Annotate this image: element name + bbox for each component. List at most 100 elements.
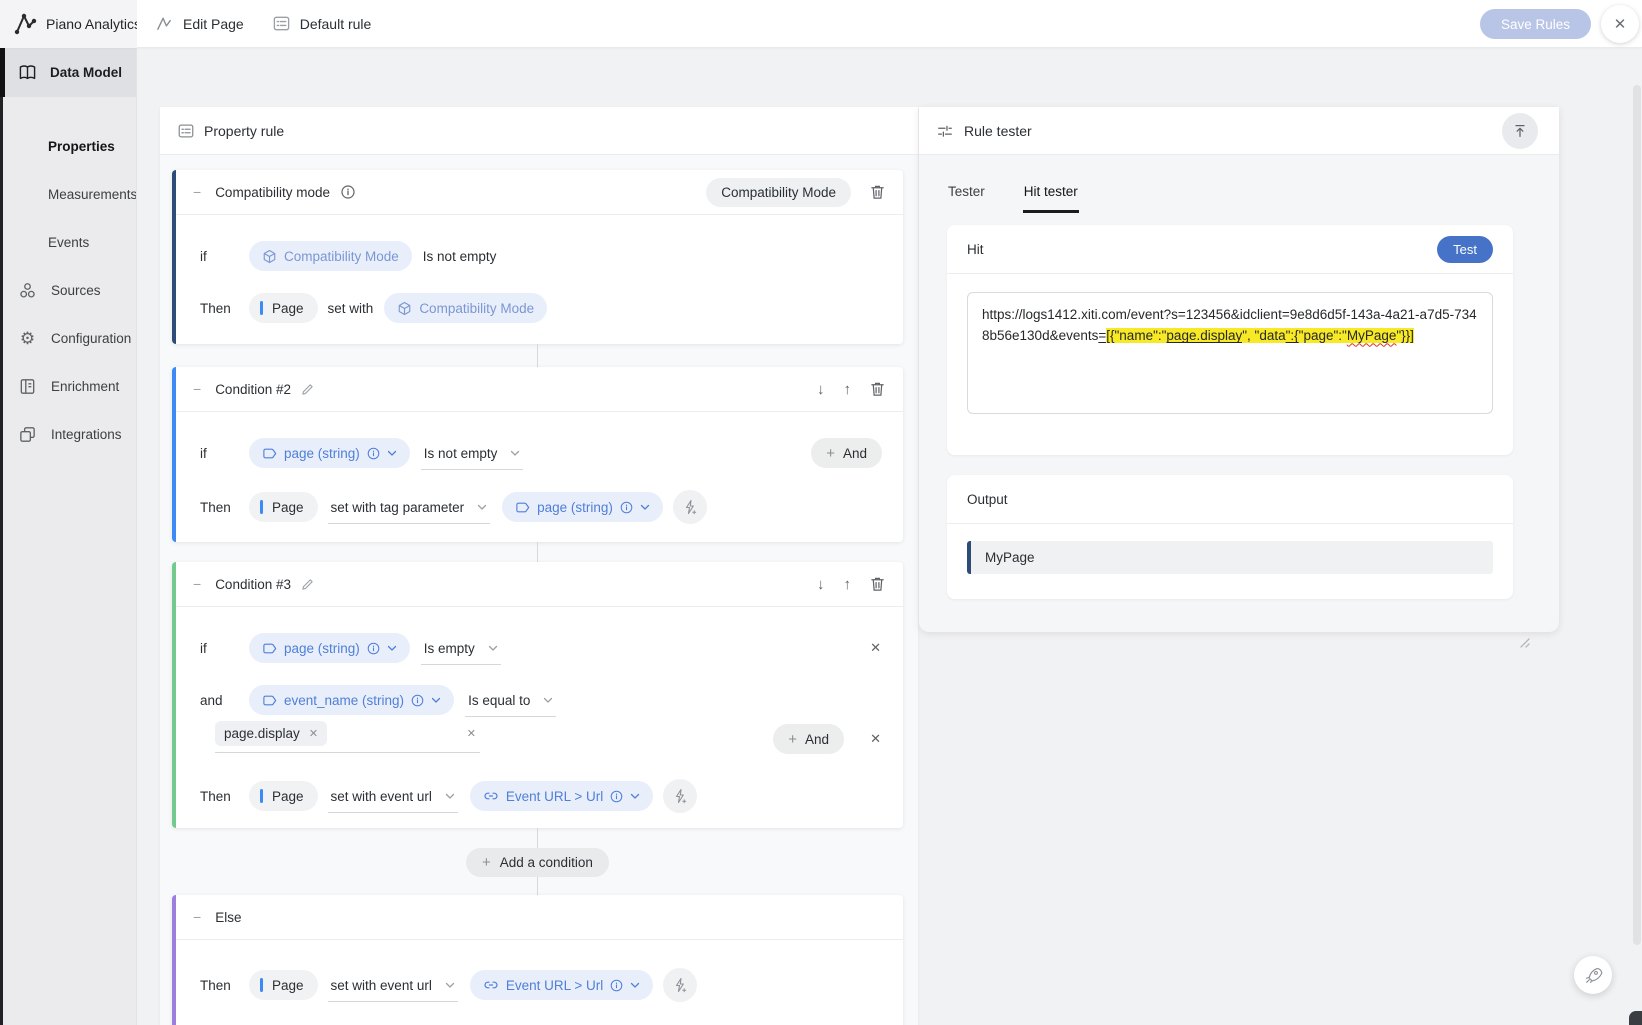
- vertical-scrollbar[interactable]: [1633, 85, 1641, 945]
- bolt-icon: [672, 977, 688, 993]
- plus-icon: +: [826, 445, 835, 462]
- sliders-icon: [936, 122, 954, 140]
- clear-input-icon[interactable]: ✕: [467, 727, 476, 740]
- set-with-select[interactable]: set with event url: [328, 973, 458, 1002]
- panel-title: Rule tester: [964, 123, 1032, 139]
- trash-icon[interactable]: [870, 381, 885, 397]
- property-pill-page-string[interactable]: page (string): [249, 633, 410, 663]
- property-pill-event-name-string[interactable]: event_name (string): [249, 685, 454, 715]
- connector-line: [537, 877, 538, 895]
- chevron-down-icon: [630, 793, 640, 800]
- card-compatibility-mode: − Compatibility mode Compatibility Mode …: [172, 170, 903, 344]
- property-pill-compatibility-mode[interactable]: Compatibility Mode: [249, 241, 412, 271]
- sidebar-item-properties[interactable]: Properties: [0, 122, 136, 170]
- move-up-icon[interactable]: ↑: [844, 382, 852, 397]
- property-rule-panel: Property rule − Compatibility mode Compa…: [160, 107, 918, 1025]
- connector-line: [537, 344, 538, 367]
- operator-label: Is not empty: [423, 249, 497, 264]
- output-title: Output: [967, 492, 1008, 507]
- property-pill-page-string[interactable]: page (string): [249, 438, 410, 468]
- piano-analytics-logo-icon: [13, 11, 39, 37]
- tag-icon: [262, 446, 277, 461]
- cube-icon: [262, 249, 277, 264]
- tab-hit-tester[interactable]: Hit tester: [1023, 184, 1079, 213]
- property-pill-event-url[interactable]: Event URL > Url: [470, 970, 653, 1000]
- tab-tester[interactable]: Tester: [947, 184, 986, 213]
- rule-tester-tabs: Tester Hit tester: [947, 155, 1079, 213]
- sidebar-item-events[interactable]: Events: [0, 218, 136, 266]
- card-condition-2: − Condition #2 ↓ ↑: [172, 367, 903, 542]
- transformation-bolt-button[interactable]: [663, 779, 697, 813]
- add-condition-button[interactable]: + Add a condition: [466, 848, 609, 877]
- collapse-icon[interactable]: −: [193, 909, 201, 925]
- rule-list-icon: [272, 14, 291, 33]
- property-pill-page-string[interactable]: page (string): [502, 492, 663, 522]
- card-else: − Else Then Page set with event url: [172, 895, 903, 1025]
- brand-zone: Piano Analytics: [0, 0, 137, 48]
- info-icon: [620, 501, 633, 514]
- export-hit-button[interactable]: [1502, 113, 1538, 149]
- plus-icon: +: [788, 731, 797, 748]
- property-pill-event-url[interactable]: Event URL > Url: [470, 781, 653, 811]
- operator-select[interactable]: Is empty: [421, 636, 501, 665]
- hit-url: https://logs1412.xiti.com/event?s=123456…: [982, 307, 1477, 343]
- close-icon: ✕: [1614, 15, 1627, 33]
- feedback-rocket-button[interactable]: [1574, 956, 1612, 994]
- remove-condition-line-icon[interactable]: ✕: [870, 640, 881, 656]
- set-with-select[interactable]: set with event url: [328, 784, 458, 813]
- collapse-icon[interactable]: −: [193, 184, 201, 200]
- transformation-bolt-button[interactable]: [663, 968, 697, 1002]
- card-condition-3: − Condition #3 ↓ ↑: [172, 562, 903, 828]
- remove-condition-line-icon[interactable]: ✕: [870, 731, 881, 747]
- add-and-condition-button[interactable]: +And: [811, 438, 882, 468]
- tag-icon: [515, 500, 530, 515]
- collapse-icon[interactable]: −: [193, 576, 201, 592]
- upload-icon: [1512, 123, 1528, 139]
- add-and-condition-button[interactable]: +And: [773, 724, 844, 754]
- set-with-select[interactable]: set with tag parameter: [328, 495, 491, 524]
- value-chip[interactable]: page.display ✕: [215, 721, 327, 746]
- sidebar-item-measurements[interactable]: Measurements: [0, 170, 136, 218]
- move-down-icon[interactable]: ↓: [817, 382, 825, 397]
- rule-tester-panel: Rule tester Tester Hit tester Hit Test h…: [919, 107, 1559, 632]
- verb-label: set with: [328, 301, 374, 316]
- plus-icon: +: [482, 854, 491, 871]
- info-icon[interactable]: [341, 185, 355, 199]
- sidebar-item-integrations[interactable]: Integrations: [0, 410, 136, 458]
- chevron-down-icon: [630, 982, 640, 989]
- sidebar-item-sources[interactable]: Sources: [0, 266, 136, 314]
- trash-icon[interactable]: [870, 184, 885, 200]
- transformation-bolt-button[interactable]: [673, 490, 707, 524]
- sidebar-item-label: Data Model: [50, 65, 122, 80]
- rename-pencil-icon[interactable]: [301, 383, 314, 396]
- page-bar-icon: [260, 301, 263, 315]
- operator-select[interactable]: Is equal to: [465, 688, 556, 717]
- chevron-down-icon: [445, 982, 455, 989]
- brand-name: Piano Analytics: [46, 16, 137, 32]
- save-rules-button[interactable]: Save Rules: [1480, 9, 1591, 39]
- move-up-icon[interactable]: ↑: [844, 577, 852, 592]
- move-down-icon[interactable]: ↓: [817, 577, 825, 592]
- sidebar-item-configuration[interactable]: ⚙ Configuration: [0, 314, 136, 362]
- collapse-icon[interactable]: −: [193, 381, 201, 397]
- page-pill[interactable]: Page: [249, 970, 318, 1000]
- page-pill[interactable]: Page: [249, 293, 318, 323]
- operator-select[interactable]: Is not empty: [421, 441, 524, 470]
- close-button[interactable]: ✕: [1601, 5, 1639, 43]
- remove-chip-icon[interactable]: ✕: [309, 727, 318, 740]
- sidebar-item-data-model[interactable]: Data Model: [0, 48, 136, 97]
- panel-resize-handle[interactable]: [1518, 636, 1534, 652]
- value-input[interactable]: page.display ✕ ✕: [215, 721, 480, 753]
- page-pill[interactable]: Page: [249, 781, 318, 811]
- page-pill[interactable]: Page: [249, 492, 318, 522]
- rename-pencil-icon[interactable]: [301, 578, 314, 591]
- tag-icon: [262, 693, 277, 708]
- chevron-down-icon: [431, 697, 441, 704]
- test-button[interactable]: Test: [1437, 236, 1493, 263]
- trash-icon[interactable]: [870, 576, 885, 592]
- chevron-down-icon: [387, 645, 397, 652]
- sidebar-item-enrichment[interactable]: Enrichment: [0, 362, 136, 410]
- hit-url-input[interactable]: https://logs1412.xiti.com/event?s=123456…: [967, 292, 1493, 414]
- property-pill-compatibility-mode[interactable]: Compatibility Mode: [384, 293, 547, 323]
- hit-card: Hit Test https://logs1412.xiti.com/event…: [947, 225, 1513, 455]
